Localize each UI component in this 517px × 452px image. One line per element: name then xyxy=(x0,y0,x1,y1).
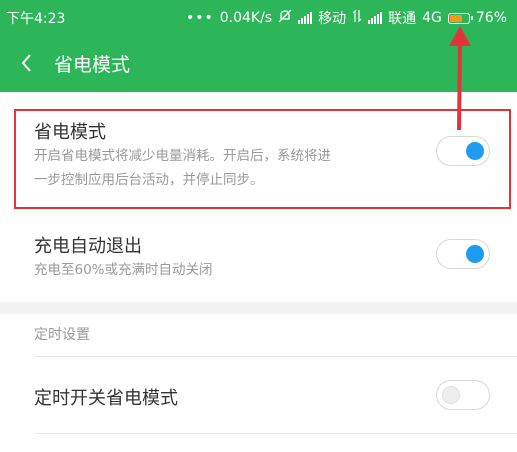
battery-fill xyxy=(449,14,463,22)
annotation-highlight-box xyxy=(14,109,511,209)
charging-auto-exit-desc: 充电至60%或充满时自动关闭 xyxy=(34,262,213,278)
status-time: 下午4:23 xyxy=(6,11,66,27)
scheduled-toggle-title: 定时开关省电模式 xyxy=(34,388,178,409)
mute-icon xyxy=(278,9,292,27)
chevron-left-icon[interactable] xyxy=(16,50,38,76)
notification-dots: ••• xyxy=(185,10,214,26)
network-type: 4G xyxy=(422,10,442,26)
annotation-arrow-icon xyxy=(449,26,471,131)
network-speed: 0.04K/s xyxy=(219,10,273,26)
battery-icon xyxy=(447,12,473,24)
divider-line-bottom xyxy=(34,433,517,434)
scheduled-toggle-switch[interactable] xyxy=(436,380,490,410)
toggle-knob xyxy=(442,386,460,404)
page-title: 省电模式 xyxy=(54,54,131,76)
battery-percent: 76% xyxy=(475,10,507,26)
divider-line xyxy=(34,356,517,357)
section-divider xyxy=(0,302,517,314)
schedule-section-header: 定时设置 xyxy=(34,327,90,343)
charging-auto-exit-toggle[interactable] xyxy=(436,239,490,269)
carrier-1: 移动 xyxy=(318,11,347,27)
toggle-knob xyxy=(466,245,484,263)
signal-icon-2 xyxy=(368,12,383,24)
data-transfer-icon xyxy=(352,9,362,27)
signal-icon xyxy=(298,12,313,24)
carrier-2: 联通 xyxy=(388,11,417,27)
charging-auto-exit-title: 充电自动退出 xyxy=(34,236,142,257)
